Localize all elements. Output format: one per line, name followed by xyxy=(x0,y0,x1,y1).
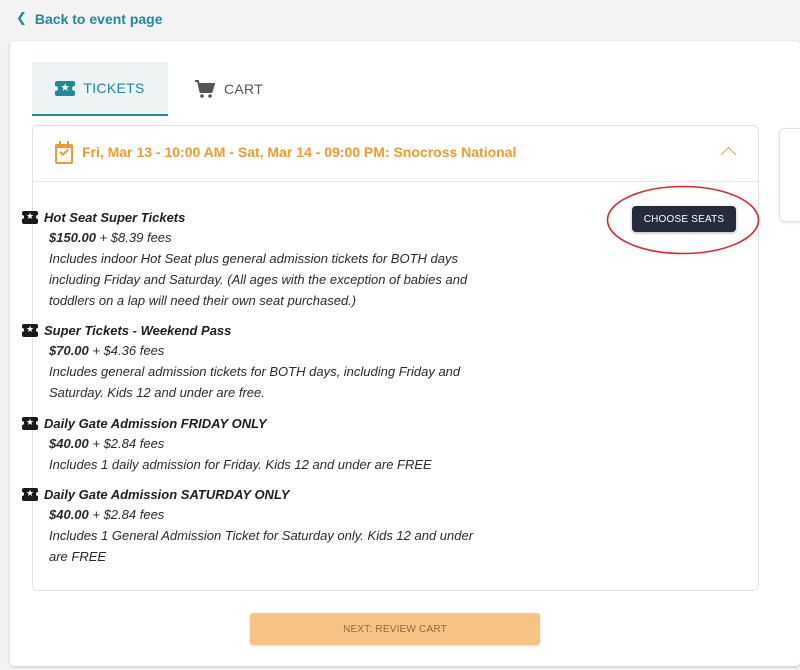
back-link-label: Back to event page xyxy=(34,11,163,27)
ticket-icon: ★ xyxy=(20,416,40,430)
ticket-name: Hot Seat Super Tickets xyxy=(44,209,186,225)
ticket-name: Daily Gate Admission FRIDAY ONLY xyxy=(44,415,267,431)
ticket-description-line: Saturday. Kids 12 and under are free. xyxy=(49,385,265,400)
chevron-left-icon: ❮ xyxy=(16,10,27,25)
ticket-item: ★ Hot Seat Super Tickets $150.00 + $8.39… xyxy=(20,207,502,311)
ticket-icon: ★ xyxy=(20,487,40,501)
chevron-up-icon[interactable] xyxy=(720,146,737,163)
ticket-description-line: Includes 1 daily admission for Friday. K… xyxy=(49,457,432,472)
tab-cart[interactable]: CART xyxy=(194,62,274,116)
ticket-name: Super Tickets - Weekend Pass xyxy=(44,322,232,338)
cart-icon xyxy=(195,80,215,98)
ticket-icon: ★ xyxy=(20,210,40,224)
ticket-price-line: $70.00 + $4.36 fees xyxy=(49,340,502,361)
ticket-price: $40.00 xyxy=(49,507,89,522)
ticket-item: ★ Daily Gate Admission SATURDAY ONLY $40… xyxy=(20,484,502,567)
ticket-fees: + $2.84 fees xyxy=(88,436,165,451)
ticket-description-line: toddlers on a lap will need their own se… xyxy=(49,293,357,308)
ticket-price-line: $40.00 + $2.84 fees xyxy=(49,433,502,454)
side-summary-card xyxy=(779,128,800,222)
ticket-fees: + $4.36 fees xyxy=(88,343,165,358)
next-review-cart-button[interactable]: NEXT: REVIEW CART xyxy=(250,613,540,645)
ticket-price: $150.00 xyxy=(49,230,96,245)
ticket-item: ★ Daily Gate Admission FRIDAY ONLY $40.0… xyxy=(20,413,502,475)
ticket-fees: + $2.84 fees xyxy=(88,507,165,522)
ticket-fees: + $8.39 fees xyxy=(96,230,172,245)
tab-tickets-label: TICKETS xyxy=(83,80,145,96)
ticket-description-line: are FREE xyxy=(49,549,107,564)
ticket-price-line: $40.00 + $2.84 fees xyxy=(49,504,502,525)
ticket-description-line: Includes 1 General Admission Ticket for … xyxy=(49,528,474,543)
tab-cart-label: CART xyxy=(224,81,264,97)
ticket-price: $70.00 xyxy=(49,343,89,358)
ticket-description-line: including Friday and Saturday. (All ages… xyxy=(49,272,468,287)
ticket-description-line: Includes general admission tickets for B… xyxy=(49,364,461,379)
ticket-icon: ★ xyxy=(53,80,78,96)
ticket-price: $40.00 xyxy=(49,436,89,451)
ticket-description-line: Includes indoor Hot Seat plus general ad… xyxy=(49,251,458,266)
calendar-check-icon xyxy=(55,141,73,164)
ticket-item: ★ Super Tickets - Weekend Pass $70.00 + … xyxy=(20,320,502,403)
event-header[interactable]: Fri, Mar 13 - 10:00 AM - Sat, Mar 14 - 0… xyxy=(33,126,758,182)
back-to-event-link[interactable]: ❮ Back to event page xyxy=(16,8,163,30)
ticket-icon: ★ xyxy=(20,323,40,337)
choose-seats-button[interactable]: CHOOSE SEATS xyxy=(632,206,736,232)
event-title: Fri, Mar 13 - 10:00 AM - Sat, Mar 14 - 0… xyxy=(82,144,517,160)
tab-tickets[interactable]: ★ TICKETS xyxy=(32,62,168,116)
ticket-price-line: $150.00 + $8.39 fees xyxy=(49,227,502,248)
ticket-name: Daily Gate Admission SATURDAY ONLY xyxy=(44,486,290,502)
